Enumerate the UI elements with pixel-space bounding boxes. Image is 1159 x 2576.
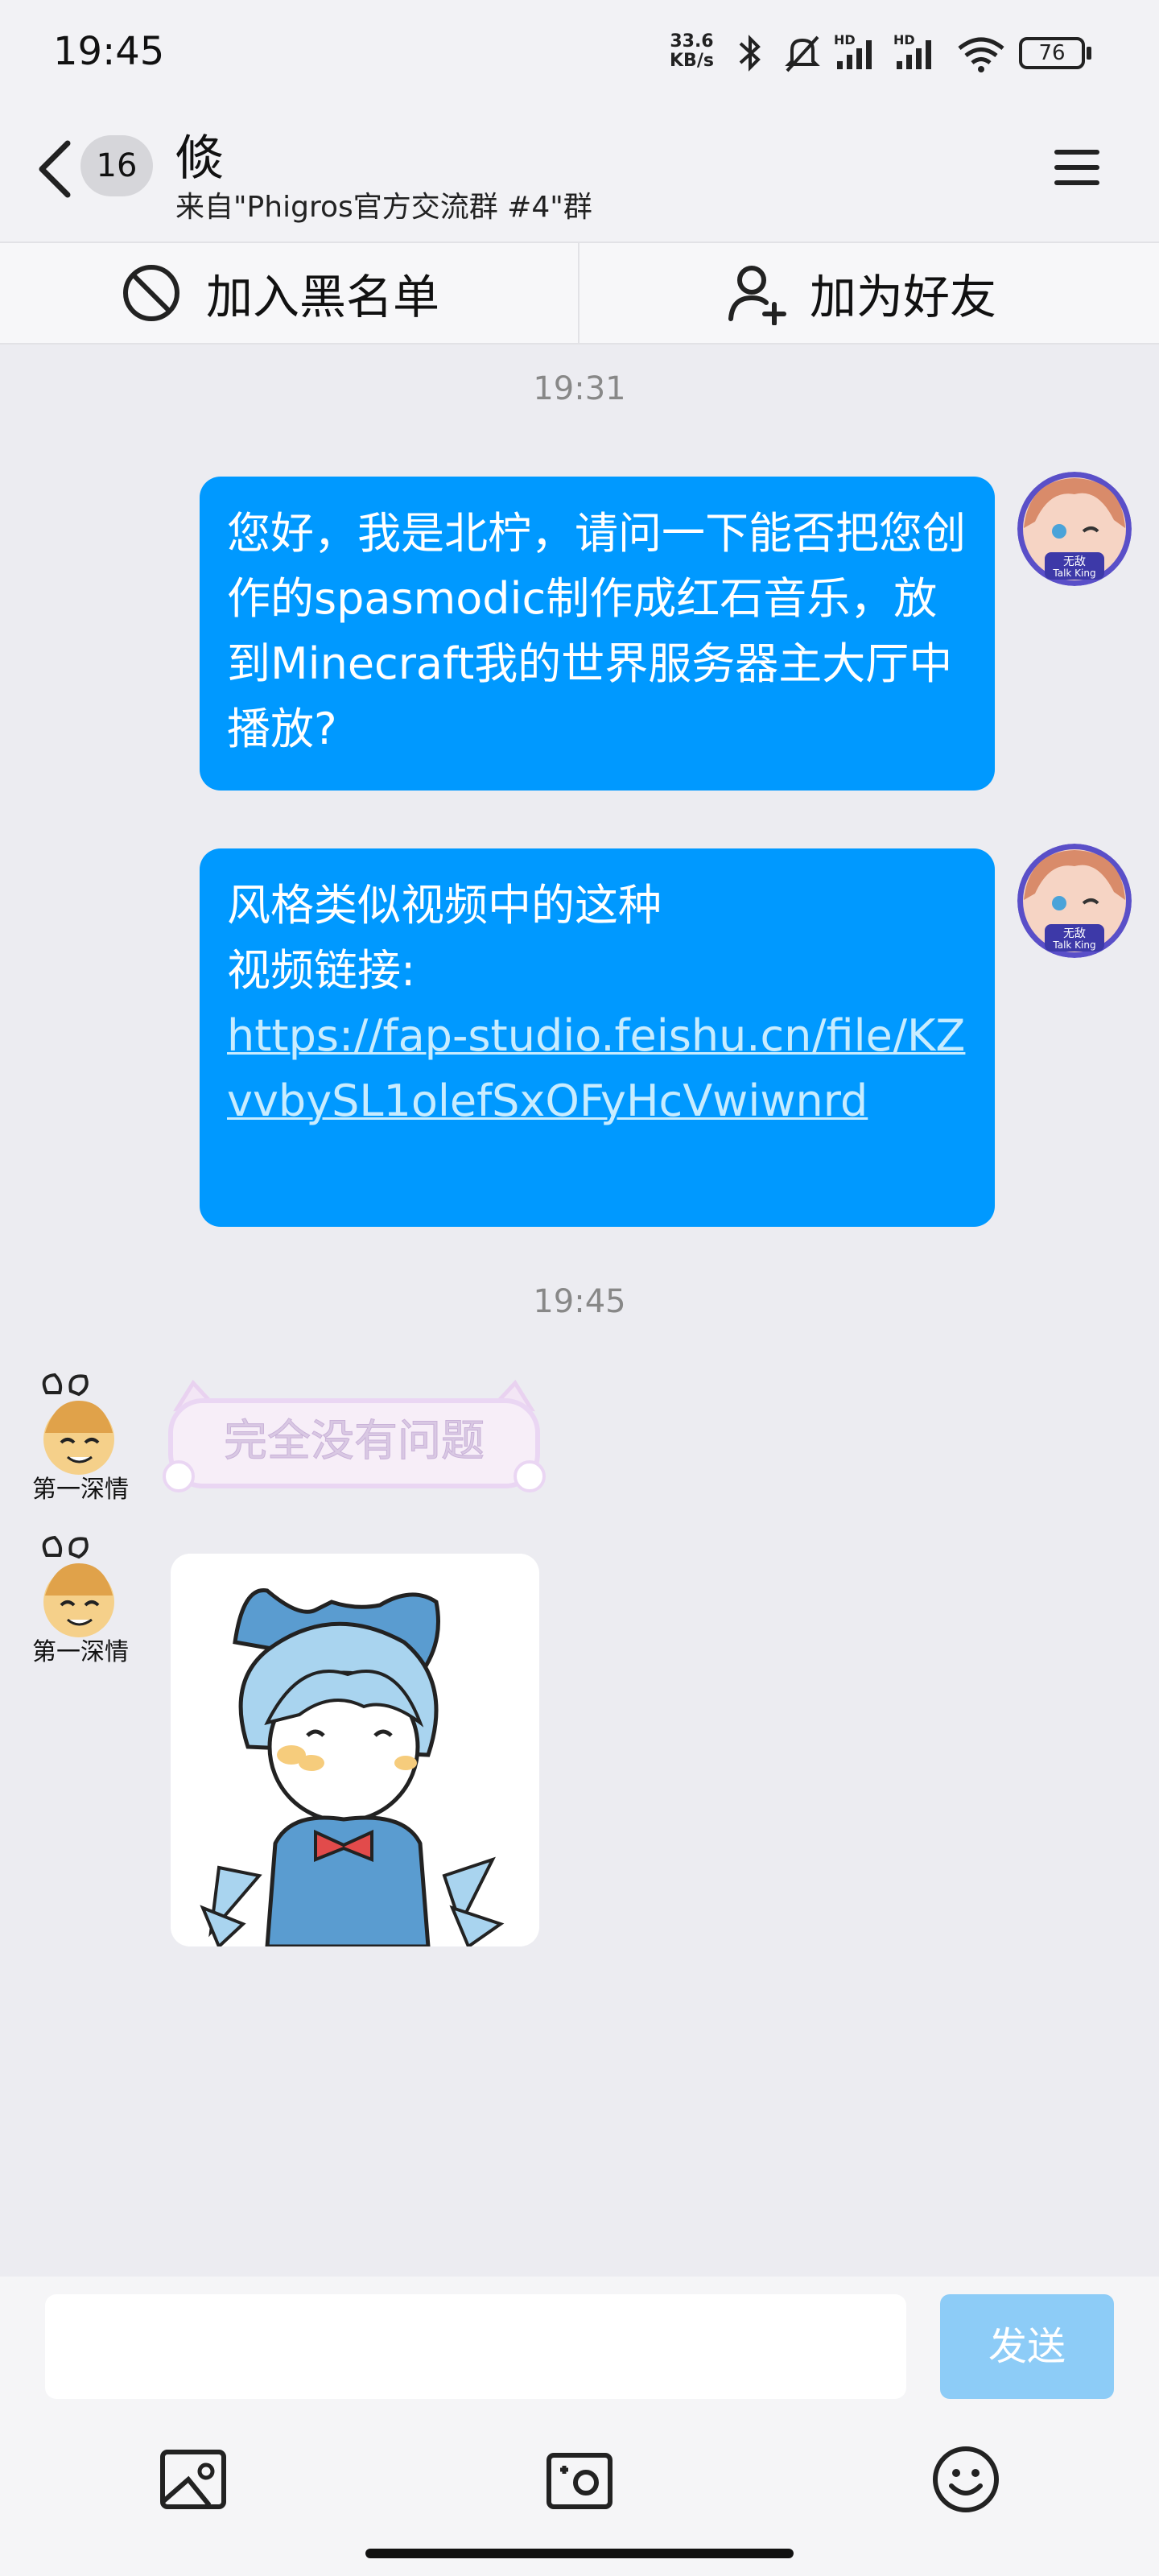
anime-avatar-icon: 无敌 Talk King xyxy=(1017,472,1132,586)
camera-icon[interactable] xyxy=(539,2439,620,2520)
avatar-caption: 第一深情 xyxy=(32,1638,129,1666)
video-link[interactable]: https://fap-studio.feishu.cn/file/KZvvby… xyxy=(227,1010,965,1126)
svg-text:无敌: 无敌 xyxy=(1063,927,1086,940)
mute-bell-icon xyxy=(785,35,820,72)
avatar-caption: 第一深情 xyxy=(32,1476,129,1504)
message-timestamp: 19:31 xyxy=(533,370,626,407)
status-time: 19:45 xyxy=(53,29,165,74)
add-friend-button[interactable]: 加为好友 xyxy=(726,259,996,327)
battery-tip xyxy=(1087,47,1091,60)
send-button[interactable]: 发送 xyxy=(940,2294,1114,2399)
svg-text:无敌: 无敌 xyxy=(1063,555,1086,568)
anime-avatar-icon: 第一深情 xyxy=(32,1535,129,1666)
self-avatar[interactable]: 无敌 Talk King xyxy=(1017,472,1132,586)
signal-icon xyxy=(837,40,872,69)
svg-text:Talk King: Talk King xyxy=(1052,568,1095,579)
block-icon xyxy=(123,265,179,321)
outgoing-message-bubble[interactable]: 风格类似视频中的这种 视频链接: https://fap-studio.feis… xyxy=(200,848,995,1227)
emoji-icon[interactable] xyxy=(926,2439,1006,2520)
bluetooth-icon xyxy=(739,35,761,72)
message-timestamp: 19:45 xyxy=(533,1283,626,1320)
add-user-icon xyxy=(728,266,786,325)
sticker-text: 完全没有问题 xyxy=(224,1415,485,1466)
network-speed: 33.6 KB/s xyxy=(670,32,714,71)
add-friend-label: 加为好友 xyxy=(810,270,997,324)
network-speed-unit: KB/s xyxy=(670,51,714,71)
unread-count-badge[interactable]: 16 xyxy=(80,135,153,196)
gallery-icon[interactable] xyxy=(153,2439,233,2520)
image-message[interactable] xyxy=(171,1554,539,1946)
sender-avatar[interactable]: 第一深情 xyxy=(14,1368,143,1505)
sticker-message[interactable]: 完全没有问题 xyxy=(161,1377,547,1497)
back-arrow-icon[interactable] xyxy=(32,137,80,201)
menu-icon[interactable] xyxy=(1051,143,1103,192)
self-avatar[interactable]: 无敌 Talk King xyxy=(1017,844,1132,958)
anime-avatar-icon: 无敌 Talk King xyxy=(1017,844,1132,958)
home-indicator[interactable] xyxy=(365,2549,794,2558)
message-text: 风格类似视频中的这种 xyxy=(227,880,662,931)
svg-text:Talk King: Talk King xyxy=(1052,939,1095,951)
network-speed-value: 33.6 xyxy=(670,31,714,52)
cirno-sticker-image xyxy=(200,1588,505,1946)
wifi-icon xyxy=(958,37,1004,72)
divider xyxy=(578,242,580,345)
message-text: 您好，我是北柠，请问一下能否把您创作的spasmodic制作成红石音乐，放到Mi… xyxy=(227,508,966,754)
outgoing-message-bubble[interactable]: 您好，我是北柠，请问一下能否把您创作的spasmodic制作成红石音乐，放到Mi… xyxy=(200,477,995,791)
anime-avatar-icon: 第一深情 xyxy=(32,1373,129,1504)
add-to-blacklist-label: 加入黑名单 xyxy=(206,270,440,324)
sender-avatar[interactable]: 第一深情 xyxy=(14,1531,143,1668)
chat-title: 倐 xyxy=(175,130,224,187)
add-to-blacklist-button[interactable]: 加入黑名单 xyxy=(121,259,439,327)
chat-subtitle: 来自"Phigros官方交流群 #4"群 xyxy=(175,191,592,224)
message-input[interactable] xyxy=(45,2294,906,2399)
signal-icon xyxy=(897,40,931,69)
battery-icon: 76 xyxy=(1019,37,1085,69)
message-text: 视频链接: xyxy=(227,945,416,996)
